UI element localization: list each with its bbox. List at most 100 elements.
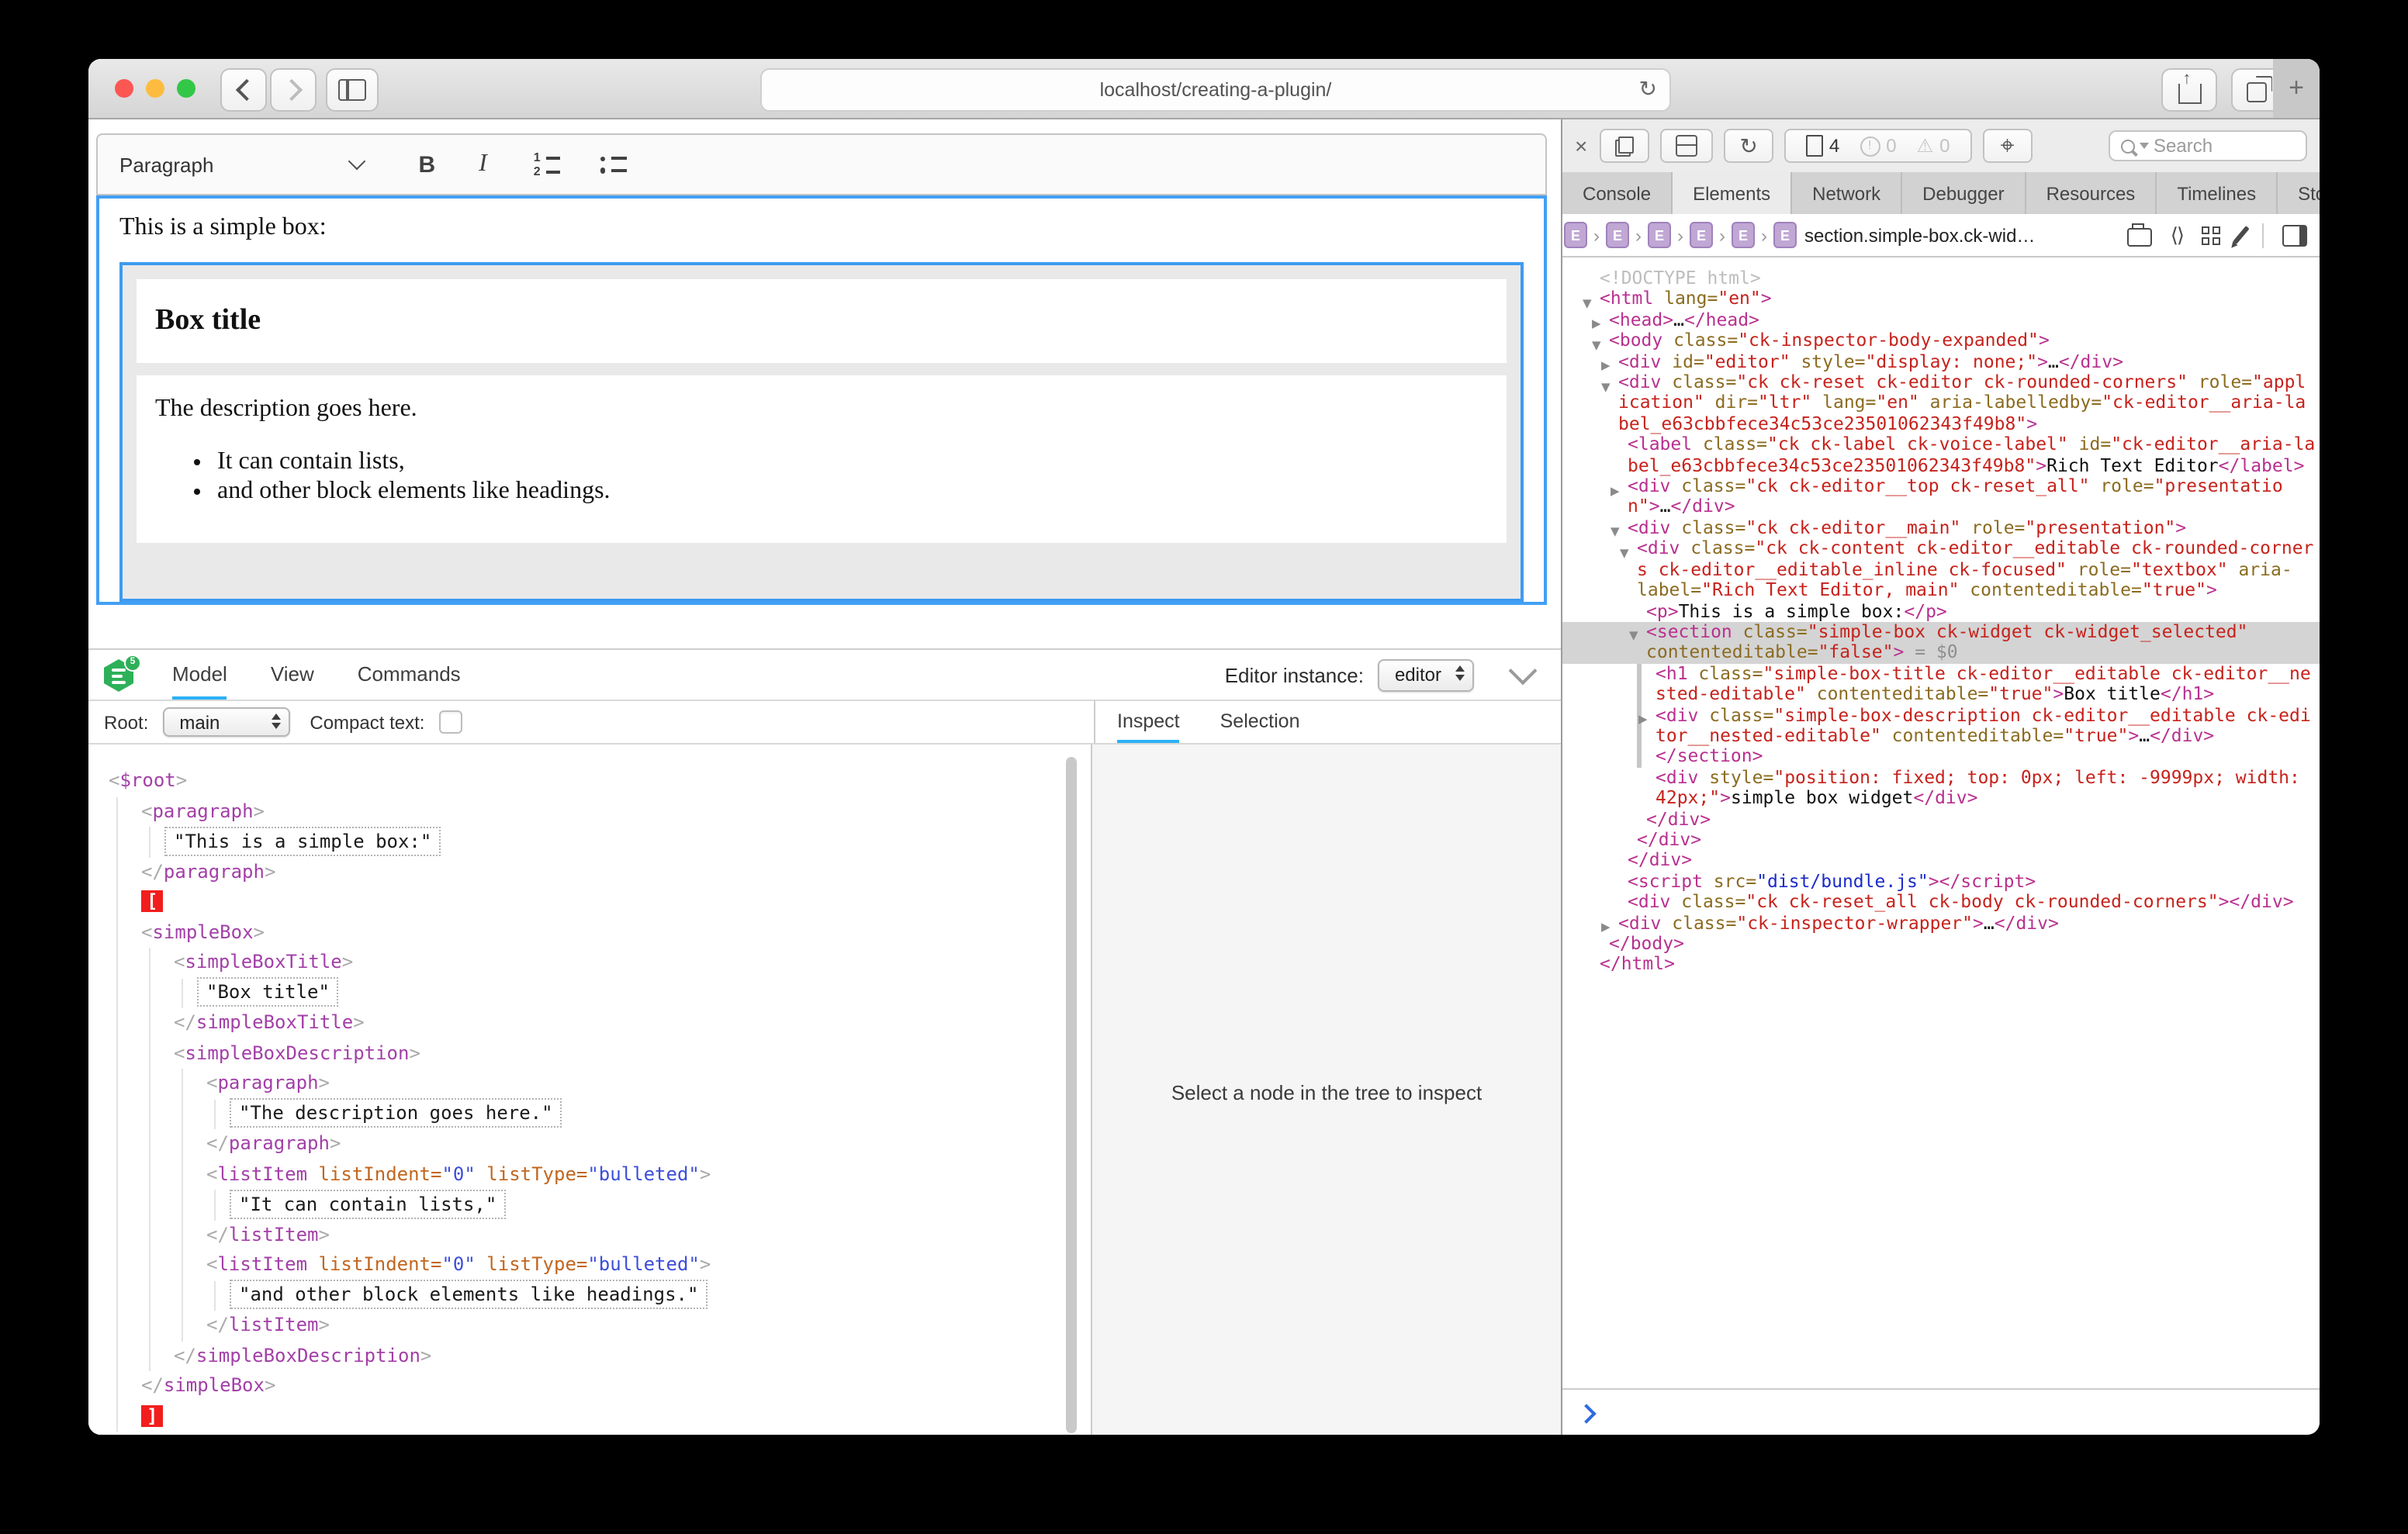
- expanded-arrow-icon[interactable]: ▼: [1629, 626, 1638, 647]
- expanded-arrow-icon[interactable]: ▼: [1620, 543, 1629, 564]
- dom-tree-node[interactable]: ▶<div class="ck ck-editor__top ck-reset_…: [1578, 476, 2316, 518]
- dom-tree-node[interactable]: </div>: [1578, 830, 2316, 851]
- dom-tree-node[interactable]: ▼<div class="ck ck-editor__main" role="p…: [1578, 518, 2316, 539]
- breadcrumb-element-badge[interactable]: E: [1773, 222, 1797, 248]
- model-tree-node[interactable]: <listItem listIndent="0" listType="bulle…: [88, 1250, 1091, 1280]
- expanded-arrow-icon[interactable]: ▼: [1601, 376, 1611, 397]
- simple-box-title[interactable]: Box title: [137, 279, 1507, 363]
- model-tree-node[interactable]: <simpleBoxDescription>: [88, 1038, 1091, 1069]
- paintbrush-icon[interactable]: [2233, 226, 2249, 244]
- numbered-list-button[interactable]: 1 2: [534, 153, 560, 176]
- tab-inspect[interactable]: Inspect: [1117, 701, 1180, 743]
- tab-view[interactable]: View: [271, 650, 314, 700]
- breadcrumb-element-badge[interactable]: E: [1690, 222, 1713, 248]
- tab-network[interactable]: Network: [1792, 172, 1902, 214]
- italic-button[interactable]: I: [479, 150, 487, 178]
- model-tree-node[interactable]: <simpleBoxTitle>: [88, 948, 1091, 978]
- model-tree-node[interactable]: "This is a simple box:": [88, 827, 1091, 857]
- details-sidebar-toggle-icon[interactable]: [2282, 224, 2307, 246]
- model-tree-scrollbar[interactable]: [1066, 757, 1077, 1433]
- breadcrumb-element-badge[interactable]: E: [1648, 222, 1671, 248]
- new-tab-button[interactable]: +: [2273, 59, 2320, 118]
- tab-debugger[interactable]: Debugger: [1902, 172, 2026, 214]
- collapsed-arrow-icon[interactable]: ▶: [1611, 480, 1620, 501]
- model-tree-node[interactable]: <paragraph>: [88, 796, 1091, 827]
- model-tree-node[interactable]: "Box title": [88, 978, 1091, 1008]
- share-button[interactable]: [2161, 68, 2217, 112]
- dom-tree-node[interactable]: </div>: [1578, 851, 2316, 872]
- list-item[interactable]: and other block elements like headings.: [217, 476, 1488, 506]
- paragraph-dropdown[interactable]: Paragraph: [119, 153, 213, 176]
- model-tree-node[interactable]: </paragraph>: [88, 857, 1091, 887]
- chevron-down-icon[interactable]: [348, 153, 365, 171]
- compact-text-checkbox[interactable]: [438, 710, 462, 734]
- dom-tree-node[interactable]: ▼<html lang="en">: [1578, 289, 2316, 310]
- collapsed-arrow-icon[interactable]: ▶: [1638, 709, 1648, 730]
- dom-tree-node[interactable]: </section>: [1578, 747, 2316, 768]
- editor-instance-select[interactable]: editor: [1378, 658, 1474, 691]
- editor-paragraph[interactable]: This is a simple box:: [119, 214, 1524, 242]
- simple-box-description[interactable]: The description goes here. It can contai…: [137, 375, 1507, 543]
- dock-side-button[interactable]: [1600, 129, 1649, 163]
- dom-tree-node[interactable]: </div>: [1578, 809, 2316, 830]
- dom-tree-node[interactable]: <div class="ck ck-reset_all ck-body ck-r…: [1578, 892, 2316, 913]
- dom-tree-node[interactable]: <p>This is a simple box:</p>: [1578, 601, 2316, 622]
- dom-tree-node[interactable]: ▶<div id="editor" style="display: none;"…: [1578, 351, 2316, 372]
- zoom-window-button[interactable]: [177, 79, 195, 98]
- dom-tree-node[interactable]: <label class="ck ck-label ck-voice-label…: [1578, 435, 2316, 477]
- tab-resources[interactable]: Resources: [2026, 172, 2157, 214]
- dom-tree-node[interactable]: ▶<head>…</head>: [1578, 310, 2316, 331]
- model-tree-node[interactable]: <$root>: [88, 766, 1091, 796]
- dom-tree-node[interactable]: </body>: [1578, 934, 2316, 955]
- model-tree-node[interactable]: </simpleBoxTitle>: [88, 1008, 1091, 1038]
- model-tree-node[interactable]: </listItem>: [88, 1311, 1091, 1341]
- tab-elements[interactable]: Elements: [1673, 172, 1792, 214]
- grid-view-icon[interactable]: [2202, 226, 2220, 244]
- tab-console[interactable]: Console: [1562, 172, 1673, 214]
- dom-tree-node[interactable]: ▼<div class="ck ck-reset ck-editor ck-ro…: [1578, 372, 2316, 434]
- root-select[interactable]: main: [162, 707, 289, 737]
- reload-icon[interactable]: ↻: [1639, 76, 1657, 102]
- console-prompt[interactable]: [1562, 1388, 2320, 1435]
- print-icon[interactable]: [2127, 228, 2152, 247]
- issues-summary-button[interactable]: 4 !0 ⚠0: [1784, 129, 1972, 163]
- breadcrumb-current[interactable]: section.simple-box.ck-wid…: [1804, 224, 2115, 246]
- tab-selection[interactable]: Selection: [1220, 701, 1300, 743]
- model-tree-node[interactable]: </$root>: [88, 1432, 1091, 1435]
- bold-button[interactable]: B: [418, 151, 435, 178]
- element-picker-button[interactable]: ⌖: [1983, 129, 2033, 163]
- model-tree-node[interactable]: "The description goes here.": [88, 1099, 1091, 1129]
- editor-editable-area[interactable]: This is a simple box: Box title The desc…: [96, 195, 1547, 605]
- dom-tree-node[interactable]: </html>: [1578, 955, 2316, 976]
- model-tree-node[interactable]: "and other block elements like headings.…: [88, 1280, 1091, 1311]
- close-window-button[interactable]: [115, 79, 133, 98]
- close-devtools-button[interactable]: ×: [1575, 133, 1587, 158]
- dom-tree-node[interactable]: <h1 class="simple-box-title ck-editor__e…: [1578, 663, 2316, 705]
- breadcrumb-element-badge[interactable]: E: [1606, 222, 1629, 248]
- tab-model[interactable]: Model: [172, 650, 227, 700]
- dock-bottom-button[interactable]: [1660, 129, 1713, 163]
- model-tree-node[interactable]: <listItem listIndent="0" listType="bulle…: [88, 1159, 1091, 1190]
- model-tree-node[interactable]: </paragraph>: [88, 1129, 1091, 1159]
- code-brackets-icon[interactable]: ⟨⟩: [2171, 223, 2183, 247]
- address-bar[interactable]: localhost/creating-a-plugin/ ↻: [760, 68, 1671, 112]
- breadcrumb-element-badge[interactable]: E: [1732, 222, 1755, 248]
- model-tree-node[interactable]: "It can contain lists,": [88, 1190, 1091, 1220]
- dom-tree-node[interactable]: ▼<section class="simple-box ck-widget ck…: [1562, 622, 2320, 664]
- model-tree-node[interactable]: </listItem>: [88, 1220, 1091, 1250]
- model-tree-node[interactable]: </simpleBox>: [88, 1371, 1091, 1401]
- dom-tree-node[interactable]: ▶<div class="ck-inspector-wrapper">…</di…: [1578, 913, 2316, 934]
- dom-tree-node[interactable]: <script src="dist/bundle.js"></script>: [1578, 872, 2316, 893]
- back-button[interactable]: [220, 68, 267, 112]
- devtools-search-field[interactable]: Search: [2109, 130, 2307, 161]
- tab-timelines[interactable]: Timelines: [2157, 172, 2278, 214]
- tab-storage[interactable]: Storage: [2278, 172, 2320, 214]
- model-tree-node[interactable]: <simpleBox>: [88, 917, 1091, 948]
- dom-tree-node[interactable]: ▶<div class="simple-box-description ck-e…: [1578, 705, 2316, 747]
- reload-page-button[interactable]: ↻: [1724, 129, 1773, 163]
- dom-tree-node[interactable]: <div style="position: fixed; top: 0px; l…: [1578, 768, 2316, 810]
- sidebar-button[interactable]: [326, 68, 379, 112]
- model-tree-node[interactable]: <paragraph>: [88, 1069, 1091, 1099]
- dom-tree-node[interactable]: <!DOCTYPE html>: [1578, 268, 2316, 289]
- collapse-inspector-icon[interactable]: [1509, 656, 1538, 685]
